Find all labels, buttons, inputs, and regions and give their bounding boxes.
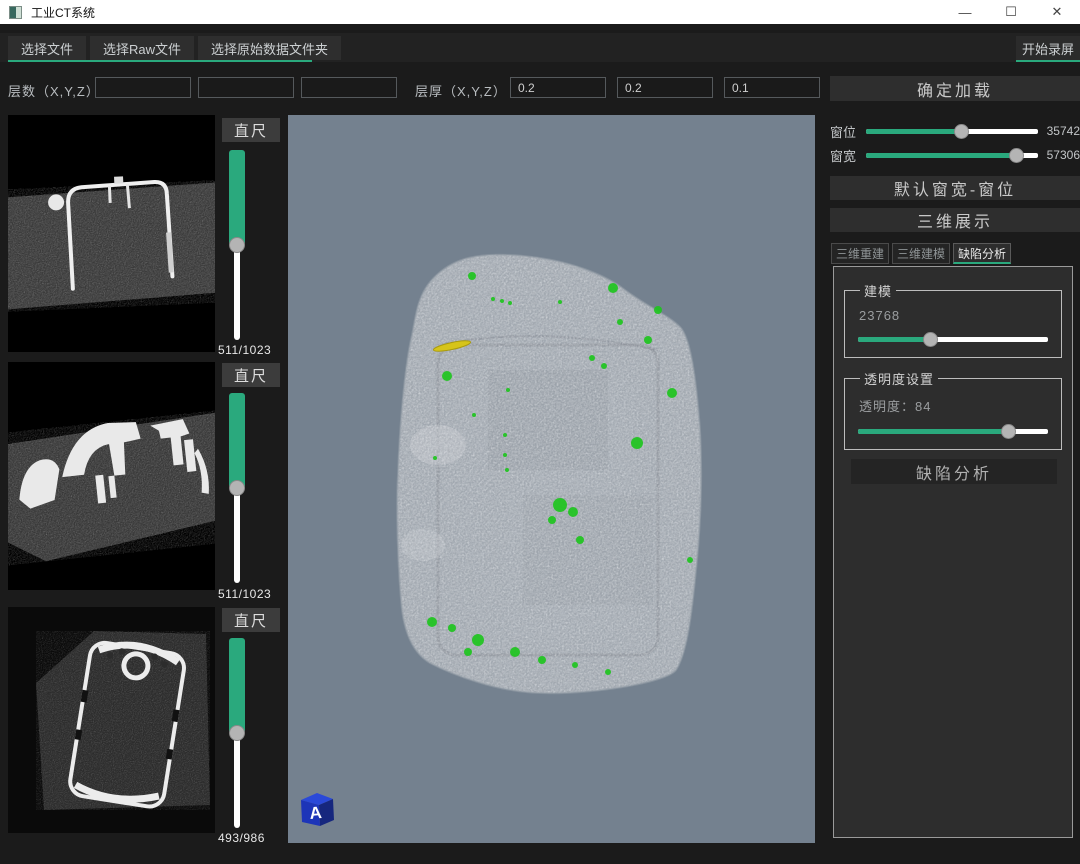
ruler-button-3[interactable]: 直尺: [222, 608, 280, 632]
default-window-button[interactable]: 默认窗宽-窗位: [830, 176, 1080, 200]
slice-position-slider-2[interactable]: [229, 393, 245, 583]
select-file-button[interactable]: 选择文件: [8, 36, 86, 60]
select-raw-file-button[interactable]: 选择Raw文件: [90, 36, 194, 60]
defect-analysis-button[interactable]: 缺陷分析: [851, 459, 1057, 484]
close-icon[interactable]: ✕: [1034, 0, 1080, 24]
slice-position-label-3: 493/986: [218, 831, 282, 845]
window-width-row: 窗宽 57306: [830, 147, 1080, 163]
slice-view-xz[interactable]: [8, 362, 215, 590]
tab-defect-analysis[interactable]: 缺陷分析: [953, 243, 1011, 264]
transparency-value-label: 透明度：84: [859, 396, 1048, 415]
minimize-icon[interactable]: —: [942, 0, 988, 24]
slice-view-yz[interactable]: [8, 607, 215, 833]
window-level-label: 窗位: [830, 122, 866, 141]
confirm-load-button[interactable]: 确定加载: [830, 76, 1080, 101]
window-width-label: 窗宽: [830, 146, 866, 165]
window-width-value: 57306: [1038, 148, 1080, 162]
thickness-z-input[interactable]: [724, 77, 820, 98]
modeling-slider[interactable]: [858, 331, 1048, 347]
select-raw-data-folder-button[interactable]: 选择原始数据文件夹: [198, 36, 341, 60]
ct-slice-image-1: [8, 115, 215, 352]
defect-analysis-panel: 建模 23768 透明度设置 透明度：84 缺陷分析: [833, 266, 1073, 838]
window-level-value: 35742: [1038, 124, 1080, 138]
display-3d-button[interactable]: 三维展示: [830, 208, 1080, 232]
slice-view-xy[interactable]: [8, 115, 215, 352]
window-level-row: 窗位 35742: [830, 123, 1080, 139]
menubar: 选择文件 选择Raw文件 选择原始数据文件夹 开始录屏: [0, 33, 1080, 62]
thickness-x-input[interactable]: [510, 77, 606, 98]
tab-3d-reconstruction[interactable]: 三维重建: [831, 243, 889, 264]
thickness-y-input[interactable]: [617, 77, 713, 98]
record-accent-underline: [1016, 60, 1080, 62]
slice-position-slider-3[interactable]: [229, 638, 245, 828]
window-level-slider[interactable]: [866, 123, 1038, 139]
ct-slice-image-2: [8, 362, 215, 590]
analysis-tabs: 三维重建 三维建模 缺陷分析: [831, 243, 1014, 264]
render-3d-viewport[interactable]: A: [288, 115, 815, 843]
slice-position-slider-1[interactable]: [229, 150, 245, 340]
transparency-groupbox: 透明度设置 透明度：84: [844, 369, 1062, 450]
layer-z-input[interactable]: [301, 77, 397, 98]
app-icon: [9, 6, 22, 19]
volume-render-image: [288, 115, 815, 843]
load-parameter-row: 层数（X,Y,Z） 层厚（X,Y,Z） 确定加载: [0, 70, 1080, 108]
start-recording-button[interactable]: 开始录屏: [1016, 36, 1080, 60]
menu-accent-underline: [8, 60, 312, 62]
layer-x-input[interactable]: [95, 77, 191, 98]
layer-count-label: 层数（X,Y,Z）: [8, 81, 100, 100]
layer-thickness-label: 层厚（X,Y,Z）: [415, 81, 507, 100]
slice-position-label-1: 511/1023: [218, 343, 282, 357]
industrial-ct-app: 工业CT系统 — ☐ ✕ 选择文件 选择Raw文件 选择原始数据文件夹 开始录屏…: [0, 0, 1080, 864]
window-controls: — ☐ ✕: [942, 0, 1080, 24]
ruler-button-1[interactable]: 直尺: [222, 118, 280, 142]
svg-text:A: A: [309, 803, 323, 823]
window-width-slider[interactable]: [866, 147, 1038, 163]
modeling-group-title: 建模: [860, 281, 896, 300]
layer-y-input[interactable]: [198, 77, 294, 98]
transparency-slider[interactable]: [858, 423, 1048, 439]
modeling-groupbox: 建模 23768: [844, 281, 1062, 358]
maximize-icon[interactable]: ☐: [988, 0, 1034, 24]
tab-3d-modeling[interactable]: 三维建模: [892, 243, 950, 264]
modeling-value: 23768: [859, 308, 1048, 323]
slice-position-label-2: 511/1023: [218, 587, 282, 601]
window-title: 工业CT系统: [31, 4, 95, 21]
ct-slice-image-3: [8, 607, 215, 833]
cube-logo-icon: A: [295, 788, 337, 828]
transparency-group-title: 透明度设置: [860, 369, 938, 388]
titlebar: 工业CT系统 — ☐ ✕: [0, 0, 1080, 24]
ruler-button-2[interactable]: 直尺: [222, 363, 280, 387]
